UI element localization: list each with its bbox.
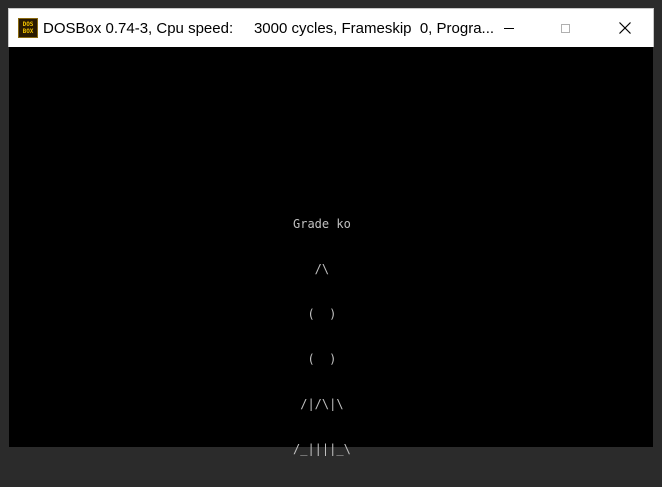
window-title: DOSBox 0.74-3, Cpu speed: 3000 cycles, F…	[43, 20, 495, 37]
icon-text-line2: BOX	[22, 28, 34, 35]
icon-text-line1: DOS	[22, 21, 34, 28]
maximize-icon	[560, 23, 570, 33]
dosbox-icon[interactable]: DOS BOX	[18, 18, 38, 38]
minimize-button[interactable]	[486, 9, 532, 47]
dos-output: Grade ko /\ ( ) ( ) /|/\|\ /_||||_\	[293, 187, 351, 487]
dos-screen[interactable]: Grade ko /\ ( ) ( ) /|/\|\ /_||||_\	[9, 47, 653, 456]
title-bar[interactable]: DOS BOX DOSBox 0.74-3, Cpu speed: 3000 c…	[8, 8, 654, 47]
maximize-button[interactable]	[542, 9, 588, 47]
dos-output-line-grade: Grade ko	[293, 217, 351, 231]
dos-output-line-art-5: /_||||_\	[293, 442, 351, 456]
minimize-icon	[504, 27, 514, 29]
close-icon	[619, 22, 631, 34]
dos-output-line-art-1: /\	[293, 262, 330, 276]
dos-output-line-art-2: ( )	[293, 307, 337, 321]
dos-output-line-art-4: /|/\|\	[293, 397, 344, 411]
close-button[interactable]	[602, 9, 648, 47]
dosbox-window: DOS BOX DOSBox 0.74-3, Cpu speed: 3000 c…	[0, 0, 662, 456]
dos-output-line-art-3: ( )	[293, 352, 337, 366]
